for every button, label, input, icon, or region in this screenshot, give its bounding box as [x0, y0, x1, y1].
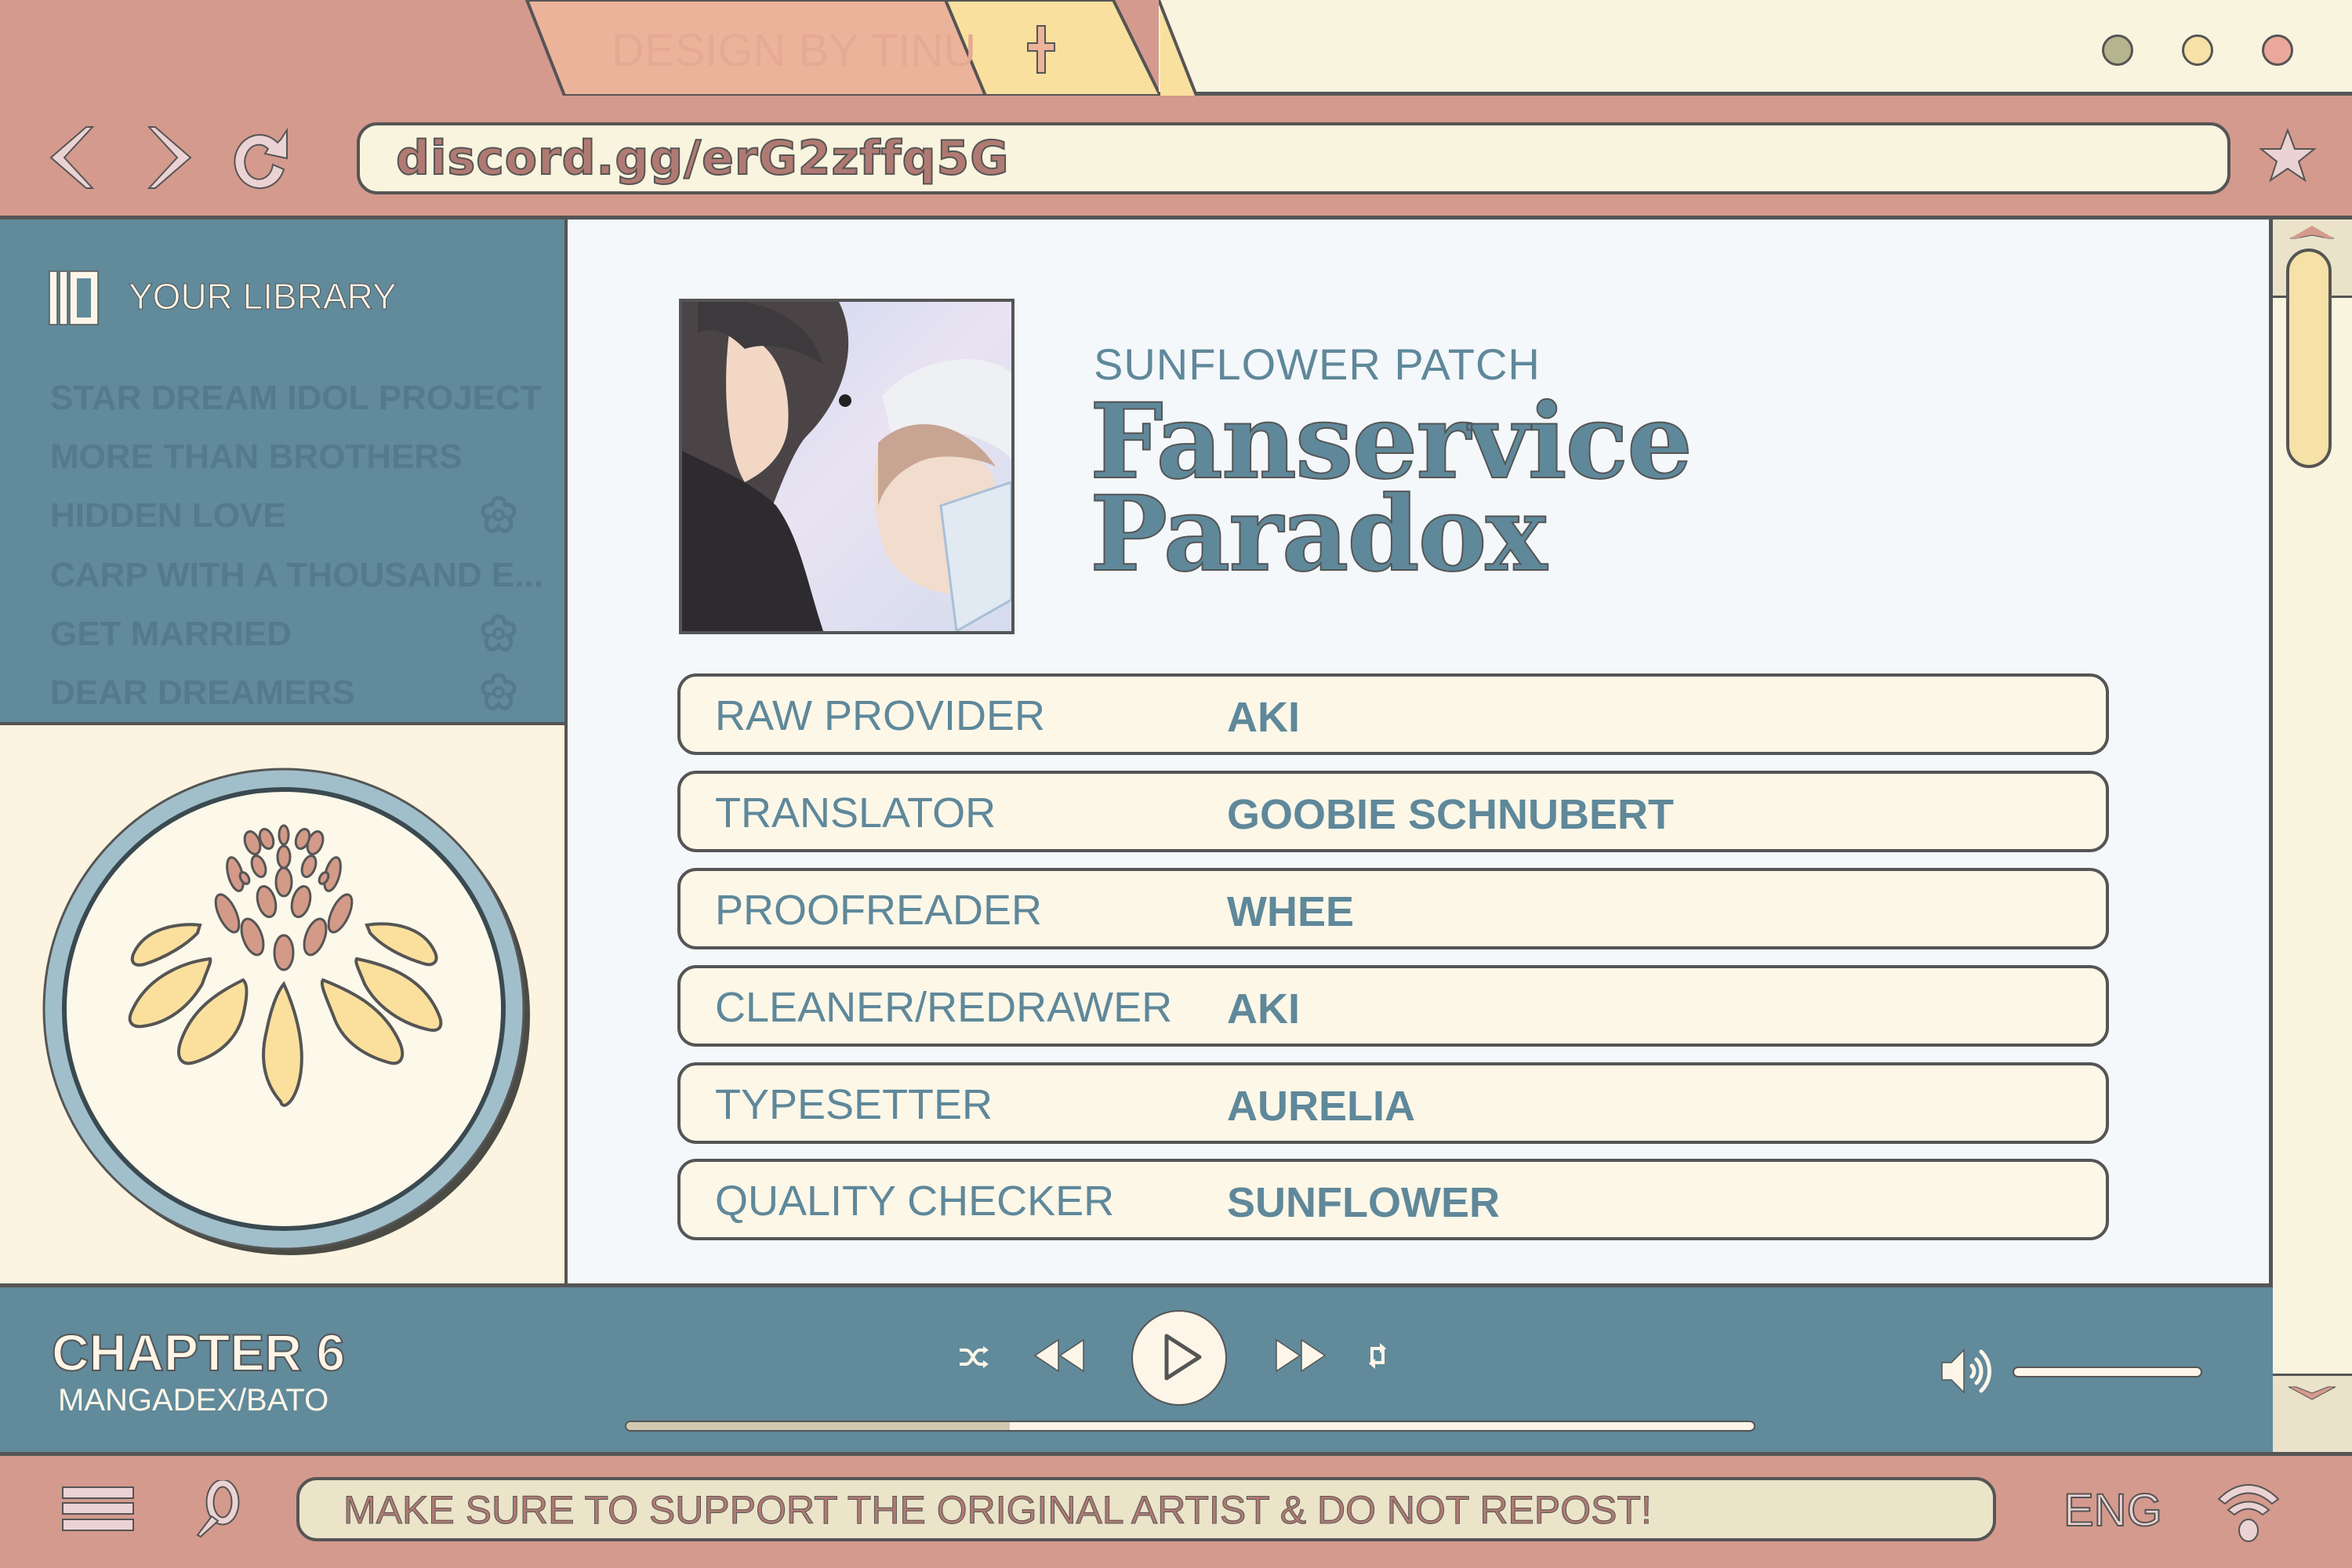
search-icon[interactable]	[191, 1480, 246, 1538]
flower-icon[interactable]	[478, 495, 519, 535]
credit-name: SUNFLOWER	[1227, 1179, 1500, 1226]
star-icon[interactable]	[2258, 127, 2318, 187]
credit-row: RAW PROVIDER AKI	[677, 673, 2109, 755]
credit-name: AKI	[1227, 985, 1300, 1033]
flower-icon[interactable]	[478, 672, 519, 713]
credit-name: AURELIA	[1227, 1083, 1415, 1130]
close-button[interactable]	[2262, 34, 2293, 66]
progress-fill	[626, 1422, 1010, 1430]
play-button[interactable]	[1131, 1309, 1228, 1406]
volume-slider[interactable]	[2013, 1367, 2202, 1377]
plus-icon[interactable]	[1027, 25, 1055, 74]
chapter-source: MANGADEX/BATO	[58, 1383, 329, 1417]
credit-row: CLEANER/REDRAWER AKI	[677, 965, 2109, 1047]
library-item[interactable]: STAR DREAM IDOL PROJECT	[50, 376, 542, 420]
minimize-button[interactable]	[2102, 34, 2133, 66]
credit-name: WHEE	[1227, 888, 1354, 935]
scrollbar-thumb[interactable]	[2286, 249, 2332, 468]
credit-row: PROOFREADER WHEE	[677, 868, 2109, 949]
chevron-left-icon[interactable]	[47, 125, 94, 190]
fast-forward-icon[interactable]	[1275, 1339, 1327, 1372]
chevron-right-icon[interactable]	[147, 125, 194, 190]
tab-watermark: DESIGN BY TINU	[612, 25, 977, 76]
reload-icon[interactable]	[229, 119, 299, 191]
sunflower-logo	[42, 768, 530, 1255]
tab-edge	[1159, 0, 1198, 96]
maximize-button[interactable]	[2182, 34, 2213, 66]
url-text[interactable]: discord.gg/erG2zffq5G	[395, 125, 1010, 191]
progress-bar[interactable]	[625, 1421, 1755, 1432]
library-item[interactable]: DEAR DREAMERS	[50, 671, 355, 715]
library-item[interactable]: HIDDEN LOVE	[50, 494, 286, 538]
tab-bar-empty	[1159, 0, 2352, 96]
credit-role: TRANSLATOR	[715, 789, 996, 837]
cover-illustration	[682, 302, 1011, 631]
series-title: Fanservice Paradox	[1089, 390, 1693, 587]
wifi-icon[interactable]	[2216, 1480, 2281, 1543]
credit-row: TYPESETTER AURELIA	[677, 1062, 2109, 1144]
shuffle-icon[interactable]	[958, 1345, 989, 1369]
cover-image[interactable]	[679, 299, 1014, 634]
language-indicator[interactable]: ENG	[2063, 1486, 2163, 1536]
credit-row: QUALITY CHECKER SUNFLOWER	[677, 1159, 2109, 1240]
credit-role: CLEANER/REDRAWER	[715, 984, 1173, 1031]
chapter-title: CHAPTER 6	[51, 1323, 346, 1381]
credit-row: TRANSLATOR GOOBIE SCHNUBERT	[677, 771, 2109, 852]
flower-icon[interactable]	[478, 613, 519, 654]
credit-role: RAW PROVIDER	[715, 692, 1046, 739]
scroll-down-button[interactable]	[2273, 1374, 2352, 1452]
library-item[interactable]: GET MARRIED	[50, 612, 292, 656]
title-bar: DESIGN BY TINU	[0, 0, 2352, 96]
credit-role: TYPESETTER	[715, 1081, 993, 1128]
credit-role: PROOFREADER	[715, 887, 1043, 934]
library-item[interactable]: CARP WITH A THOUSAND E...	[50, 554, 543, 597]
credit-name: AKI	[1227, 694, 1300, 741]
credit-name: GOOBIE SCHNUBERT	[1227, 791, 1675, 838]
repeat-icon[interactable]	[1366, 1342, 1389, 1370]
volume-icon[interactable]	[1940, 1347, 1997, 1396]
library-item[interactable]: MORE THAN BROTHERS	[50, 435, 463, 479]
notice-text: MAKE SURE TO SUPPORT THE ORIGINAL ARTIST…	[343, 1488, 1653, 1533]
library-icon	[49, 270, 99, 325]
chevron-down-icon	[2288, 1386, 2336, 1400]
rewind-icon[interactable]	[1033, 1339, 1085, 1372]
menu-icon[interactable]	[61, 1486, 135, 1533]
library-title: YOUR LIBRARY	[129, 276, 397, 318]
credit-role: QUALITY CHECKER	[715, 1178, 1115, 1225]
